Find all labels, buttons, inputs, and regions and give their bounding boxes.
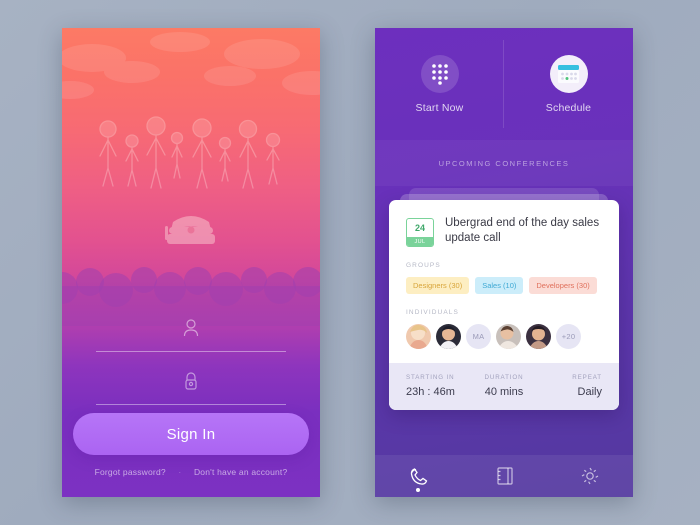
retro-telephone-icon [165, 216, 215, 244]
phone-call-icon [410, 467, 427, 485]
stat-starting-in: STARTING IN 23h : 46m [406, 374, 471, 398]
date-day: 24 [414, 223, 425, 233]
date-month: JUL [407, 237, 433, 246]
bottom-tab-bar [375, 455, 633, 497]
card-header: 24 JUL Ubergrad end of the day sales upd… [406, 216, 602, 247]
groups-list: Designers (30) Sales (10) Developers (30… [406, 277, 602, 294]
login-footer: Forgot password? · Don't have an account… [62, 467, 320, 477]
card-footer-stats: STARTING IN 23h : 46m DURATION 40 mins R… [389, 363, 619, 410]
individuals-label: INDIVIDUALS [406, 309, 459, 316]
screenshot-canvas: Sign In Forgot password? · Don't have an… [0, 0, 700, 525]
avatar[interactable] [526, 324, 551, 349]
active-tab-indicator [416, 488, 420, 492]
tab-settings[interactable] [547, 455, 633, 497]
quick-action-start-now[interactable]: Start Now [375, 28, 504, 140]
avatar-initials[interactable]: MA [466, 324, 491, 349]
sign-in-screen: Sign In Forgot password? · Don't have an… [62, 28, 320, 497]
avatar[interactable] [496, 324, 521, 349]
settings-gear-icon [581, 467, 599, 485]
upcoming-conferences-header: UPCOMING CONFERENCES [375, 140, 633, 186]
conference-title: Ubergrad end of the day sales update cal… [445, 217, 600, 244]
stat-value: Daily [577, 386, 602, 398]
stat-repeat: REPEAT Daily [537, 374, 602, 398]
avatar[interactable] [436, 324, 461, 349]
contacts-book-icon [496, 467, 513, 485]
quick-actions-row: Start Now Schedule [375, 28, 633, 140]
dialpad-icon [420, 54, 459, 93]
individuals-list: MA +20 [406, 324, 602, 349]
tab-calls[interactable] [375, 455, 461, 497]
date-badge: 24 JUL [406, 218, 434, 247]
conference-card[interactable]: 24 JUL Ubergrad end of the day sales upd… [389, 200, 619, 410]
login-fields [96, 316, 290, 422]
stat-label: STARTING IN [406, 374, 455, 381]
password-underline [96, 404, 286, 405]
card-body: 24 JUL Ubergrad end of the day sales upd… [389, 200, 619, 363]
group-tag[interactable]: Designers (30) [406, 277, 470, 294]
conference-screen: Start Now Schedule UPCOMING CONFERENCES … [375, 28, 633, 497]
tab-contacts[interactable] [461, 455, 547, 497]
quick-action-label: Schedule [545, 101, 592, 114]
calendar-icon [549, 54, 588, 93]
forgot-password-link[interactable]: Forgot password? [95, 467, 166, 477]
username-underline [96, 351, 286, 352]
username-field[interactable] [96, 316, 290, 356]
group-tag[interactable]: Developers (30) [529, 277, 597, 294]
stat-duration: DURATION 40 mins [471, 374, 536, 398]
group-tag[interactable]: Sales (10) [475, 277, 524, 294]
avatar[interactable] [406, 324, 431, 349]
stat-value: 23h : 46m [406, 386, 455, 398]
stat-label: REPEAT [572, 374, 602, 381]
password-field[interactable] [96, 369, 290, 409]
stat-value: 40 mins [484, 386, 524, 398]
password-input[interactable] [96, 385, 290, 403]
avatar-overflow-count[interactable]: +20 [556, 324, 581, 349]
quick-action-label: Start Now [415, 101, 464, 114]
footer-separator: · [178, 467, 182, 477]
people-group-icon [99, 116, 281, 189]
username-input[interactable] [96, 332, 290, 350]
stat-label: DURATION [484, 374, 524, 381]
sign-up-link[interactable]: Don't have an account? [194, 467, 287, 477]
section-title: UPCOMING CONFERENCES [438, 158, 570, 168]
quick-action-schedule[interactable]: Schedule [504, 28, 633, 140]
sign-in-button[interactable]: Sign In [73, 413, 309, 455]
groups-label: GROUPS [406, 262, 441, 269]
